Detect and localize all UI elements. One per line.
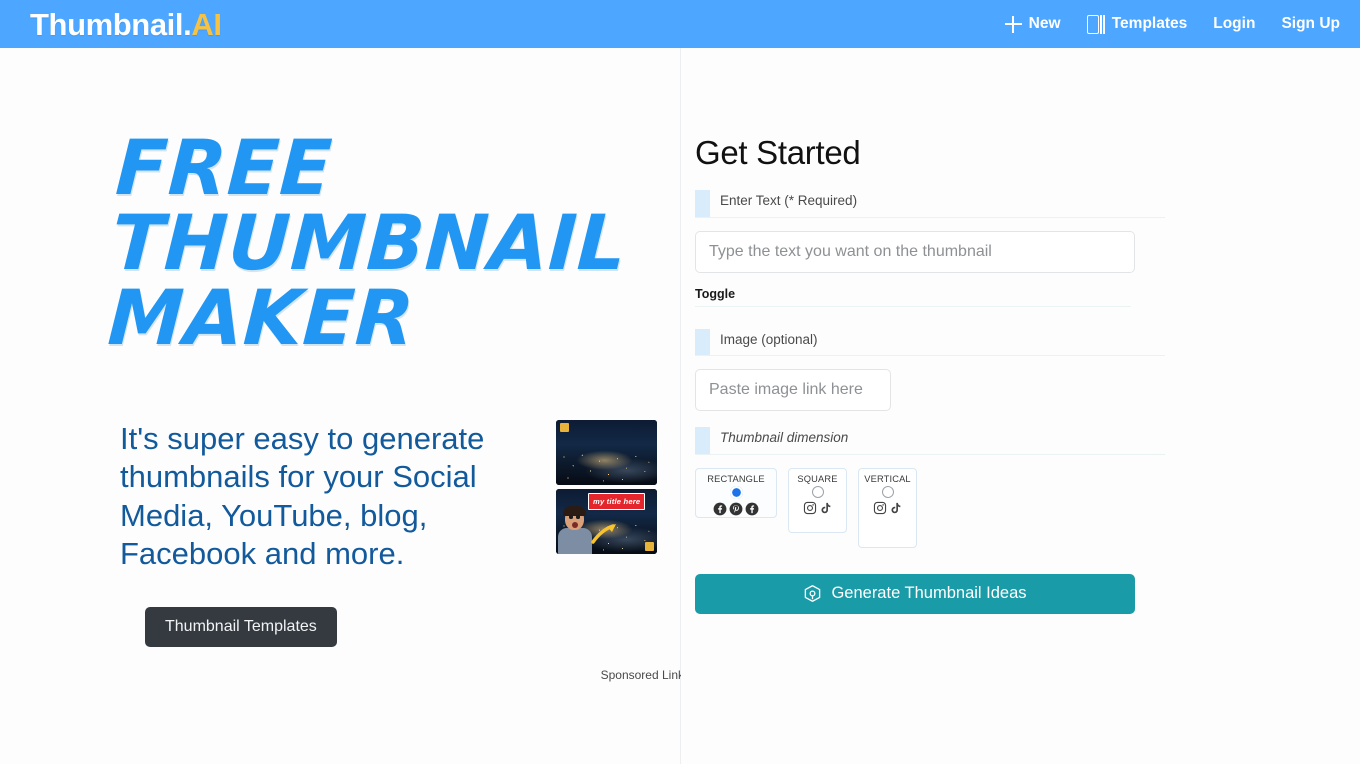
sponsored-link-label: Sponsored Link bbox=[600, 668, 684, 682]
dimension-card-square[interactable]: SQUARE bbox=[788, 467, 847, 533]
tiktok-icon-2 bbox=[891, 502, 901, 513]
hero-subtitle: It's super easy to generate thumbnails f… bbox=[120, 421, 485, 572]
image-link-input[interactable] bbox=[695, 369, 891, 412]
platform-icons-rectangle bbox=[713, 502, 759, 516]
image-label-row: Image (optional) bbox=[695, 328, 1165, 357]
nav-item-signup[interactable]: Sign Up bbox=[1281, 15, 1340, 33]
hero-title-line-1: FREE bbox=[113, 123, 335, 212]
radio-square[interactable] bbox=[811, 485, 824, 498]
label-marker-icon bbox=[695, 190, 710, 217]
ad-badge-icon-2 bbox=[645, 542, 654, 551]
instagram-icon-2 bbox=[873, 501, 887, 514]
generate-thumbnail-ideas-button[interactable]: Generate Thumbnail Ideas bbox=[695, 573, 1135, 614]
pinterest-icon bbox=[729, 502, 743, 516]
logo-ai: AI bbox=[191, 6, 222, 42]
image-label: Image (optional) bbox=[720, 331, 818, 347]
sponsored-thumbnail-2[interactable]: my title here bbox=[556, 489, 657, 554]
get-started-panel: Get Started Enter Text (* Required) Togg… bbox=[681, 48, 1360, 764]
enter-text-label-row: Enter Text (* Required) bbox=[695, 190, 1165, 218]
dimension-card-vertical[interactable]: VERTICAL bbox=[858, 467, 917, 548]
top-navigation-bar: Thumbnail.AI New Templates Login Sign Up bbox=[0, 0, 1360, 48]
label-marker-icon-dimension bbox=[695, 427, 710, 454]
nav-label-signup: Sign Up bbox=[1281, 15, 1340, 32]
get-started-form: Get Started Enter Text (* Required) Togg… bbox=[695, 134, 1165, 614]
page-title: FREE THUMBNAIL MAKER bbox=[105, 123, 632, 363]
dimension-name-square: SQUARE bbox=[797, 473, 838, 484]
generate-button-label: Generate Thumbnail Ideas bbox=[831, 584, 1027, 603]
page-body: FREE THUMBNAIL MAKER It's super easy to … bbox=[0, 48, 1360, 764]
plus-icon bbox=[1004, 15, 1022, 33]
toggle-label: Toggle bbox=[695, 286, 736, 301]
yellow-arrow-icon bbox=[591, 524, 616, 544]
hero-panel: FREE THUMBNAIL MAKER It's super easy to … bbox=[0, 48, 684, 764]
ad-badge-icon bbox=[560, 423, 569, 432]
dimension-options: RECTANGLE SQUARE VERTICAL bbox=[695, 467, 1165, 548]
radio-vertical[interactable] bbox=[881, 485, 894, 498]
thumbnail-title-banner: my title here bbox=[588, 493, 646, 510]
enter-text-label: Enter Text (* Required) bbox=[720, 193, 858, 208]
sponsored-thumbnails[interactable]: my title here bbox=[556, 420, 658, 558]
platform-icons-square bbox=[803, 501, 832, 515]
instagram-icon bbox=[803, 501, 817, 514]
thumbnail-text-input[interactable] bbox=[695, 230, 1135, 273]
toggle-section[interactable]: Toggle bbox=[695, 287, 1131, 307]
sponsored-thumbnail-1[interactable] bbox=[556, 420, 657, 485]
nav-label-new: New bbox=[1028, 15, 1061, 32]
facebook-icon bbox=[713, 502, 727, 516]
nav-item-templates[interactable]: Templates bbox=[1086, 14, 1188, 34]
nav-item-new[interactable]: New bbox=[1004, 15, 1061, 33]
nav-item-login[interactable]: Login bbox=[1213, 15, 1255, 33]
dimension-card-rectangle[interactable]: RECTANGLE bbox=[695, 467, 777, 518]
logo-text: Thumbnail bbox=[30, 6, 184, 42]
main-nav: New Templates Login Sign Up bbox=[1004, 14, 1340, 34]
dimension-label: Thumbnail dimension bbox=[720, 430, 849, 446]
hero-title-line-3: MAKER bbox=[105, 273, 417, 363]
dimension-name-vertical: VERTICAL bbox=[864, 473, 911, 484]
nav-label-login: Login bbox=[1213, 15, 1256, 32]
dimension-name-rectangle: RECTANGLE bbox=[707, 473, 765, 484]
layout-columns-icon bbox=[1086, 14, 1105, 34]
person-photo bbox=[558, 506, 592, 554]
platform-icons-vertical bbox=[873, 501, 902, 515]
nav-label-templates: Templates bbox=[1111, 15, 1188, 32]
dimension-label-row: Thumbnail dimension bbox=[695, 427, 1165, 455]
radio-rectangle[interactable] bbox=[729, 485, 743, 499]
thumbnail-templates-button[interactable]: Thumbnail Templates bbox=[145, 607, 337, 647]
label-marker-icon-image bbox=[695, 328, 710, 356]
site-logo[interactable]: Thumbnail.AI bbox=[30, 9, 222, 40]
tiktok-icon bbox=[821, 502, 831, 513]
hero-title-line-2: THUMBNAIL bbox=[109, 198, 629, 288]
form-heading: Get Started bbox=[695, 134, 861, 171]
cube-icon bbox=[805, 585, 821, 603]
city-lights-decoration bbox=[556, 449, 657, 485]
facebook-icon-2 bbox=[745, 502, 759, 516]
